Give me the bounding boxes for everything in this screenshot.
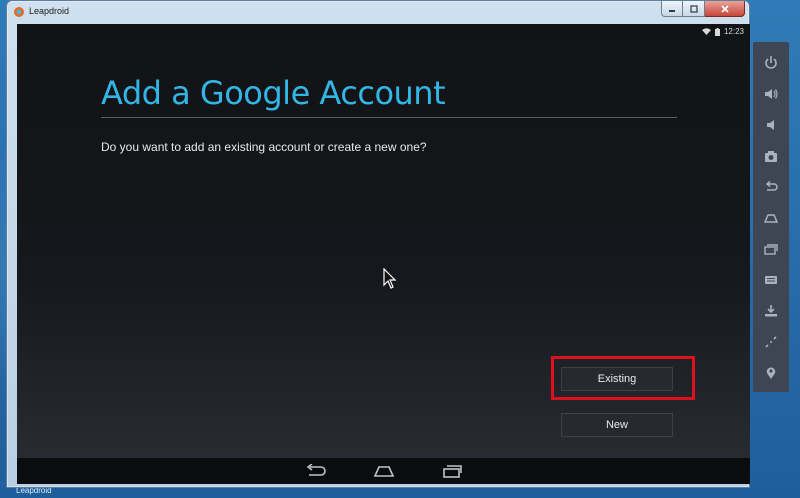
maximize-icon xyxy=(689,4,698,13)
back-icon xyxy=(765,180,778,191)
recents-button[interactable] xyxy=(760,238,782,259)
close-icon xyxy=(720,4,729,13)
location-icon xyxy=(766,367,776,379)
window-title: Leapdroid xyxy=(29,6,70,16)
navigation-bar xyxy=(17,458,750,484)
close-button[interactable] xyxy=(705,1,745,17)
home-button[interactable] xyxy=(760,207,782,228)
leapdroid-app-icon xyxy=(14,7,24,17)
title-divider xyxy=(101,117,677,118)
volume-up-icon xyxy=(765,88,778,99)
volume-down-button[interactable] xyxy=(760,114,782,135)
emulator-window: Leapdroid 12:23 Add a Google Account Do … xyxy=(6,0,750,488)
nav-back-icon[interactable] xyxy=(305,464,327,478)
android-screen: 12:23 Add a Google Account Do you want t… xyxy=(17,24,750,484)
page-title: Add a Google Account xyxy=(101,74,446,112)
wifi-icon xyxy=(701,28,711,35)
keyboard-button[interactable] xyxy=(760,269,782,290)
maximize-button[interactable] xyxy=(683,1,705,17)
location-button[interactable] xyxy=(760,362,782,383)
download-icon xyxy=(765,304,777,316)
mouse-cursor-icon xyxy=(383,268,397,289)
power-icon xyxy=(765,55,777,69)
minimize-button[interactable] xyxy=(661,1,683,17)
screenshot-button[interactable] xyxy=(760,145,782,166)
status-time: 12:23 xyxy=(723,27,744,36)
install-apk-button[interactable] xyxy=(760,300,782,321)
battery-icon xyxy=(714,27,720,36)
volume-up-button[interactable] xyxy=(760,83,782,104)
account-question: Do you want to add an existing account o… xyxy=(101,140,427,154)
new-button[interactable]: New xyxy=(561,413,673,437)
nav-recents-icon[interactable] xyxy=(441,464,463,478)
title-bar[interactable]: Leapdroid xyxy=(7,1,749,23)
camera-icon xyxy=(765,150,777,162)
window-controls xyxy=(661,1,745,19)
nav-home-icon[interactable] xyxy=(373,464,395,478)
existing-button[interactable]: Existing xyxy=(561,367,673,391)
keyboard-icon xyxy=(765,275,777,284)
minimize-icon xyxy=(669,9,675,12)
rotate-icon xyxy=(765,335,777,348)
home-icon xyxy=(764,213,778,223)
status-bar: 12:23 xyxy=(701,27,744,36)
power-button[interactable] xyxy=(760,52,782,73)
rotate-button[interactable] xyxy=(760,331,782,352)
back-button[interactable] xyxy=(760,176,782,197)
recents-icon xyxy=(764,243,778,255)
volume-down-icon xyxy=(767,119,774,130)
emulator-side-toolbar xyxy=(753,42,789,392)
